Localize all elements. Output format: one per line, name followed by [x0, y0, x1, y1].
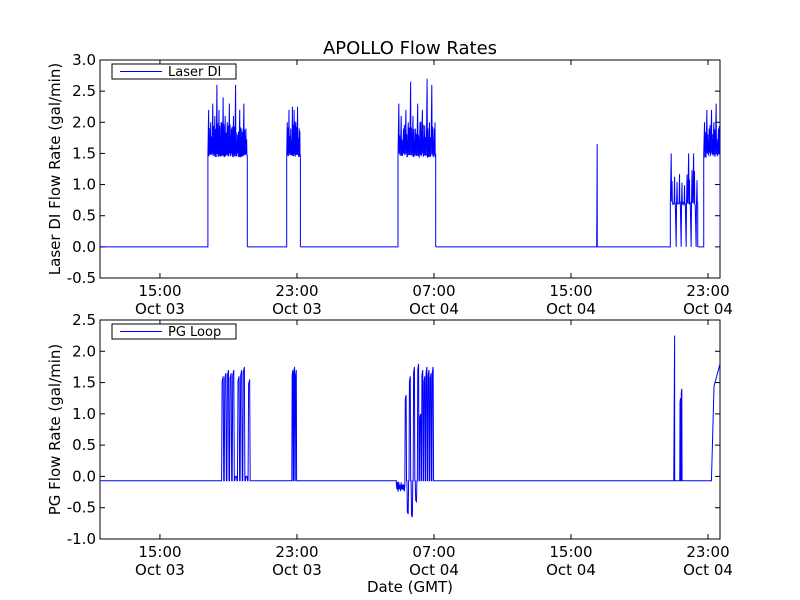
top-ytick-label: 2.5 — [72, 82, 96, 100]
top-ytick-label: -0.5 — [67, 269, 96, 287]
top-ytick-label: 2.0 — [72, 113, 96, 131]
bottom-legend-label: PG Loop — [168, 325, 221, 340]
top-ytick-label: 1.5 — [72, 144, 96, 162]
top-ytick-label: 1.0 — [72, 176, 96, 194]
bottom-ytick-label: -0.5 — [67, 499, 96, 517]
top-xtick-date-label: Oct 04 — [683, 300, 733, 318]
bottom-xtick-date-label: Oct 04 — [546, 561, 596, 579]
figure: APOLLO Flow Rates -0.5 0.0 0.5 1.0 1.5 2.0 2.5… — [0, 0, 800, 600]
bottom-ytick-label: 0.0 — [72, 467, 96, 485]
top-ytick-label: 0.0 — [72, 238, 96, 256]
bottom-xtick-date-label: Oct 03 — [135, 561, 185, 579]
bottom-panel: -1.0-0.50.00.51.01.52.02.515:00Oct 0323:… — [46, 311, 733, 579]
top-xtick-time-label: 15:00 — [138, 282, 181, 300]
bottom-xtick-time-label: 23:00 — [686, 543, 729, 561]
top-legend: Laser DI — [111, 63, 237, 80]
bottom-ytick-label: 0.5 — [72, 436, 96, 454]
top-y-axis-label: Laser DI Flow Rate (gal/min) — [46, 63, 64, 275]
top-ytick-label: 0.5 — [72, 207, 96, 225]
bottom-xtick-date-label: Oct 04 — [683, 561, 733, 579]
top-xtick-time-label: 15:00 — [549, 282, 592, 300]
bottom-legend: PG Loop — [111, 323, 237, 340]
bottom-xtick-date-label: Oct 04 — [409, 561, 459, 579]
bottom-xtick-time-label: 23:00 — [275, 543, 318, 561]
bottom-xtick-time-label: 07:00 — [412, 543, 455, 561]
bottom-y-axis-label: PG Flow Rate (gal/min) — [46, 344, 64, 516]
bottom-ytick-label: 2.5 — [72, 311, 96, 329]
bottom-xtick-time-label: 15:00 — [138, 543, 181, 561]
top-ytick-label: 3.0 — [72, 51, 96, 69]
top-xtick-date-label: Oct 03 — [272, 300, 322, 318]
bottom-ytick-label: -1.0 — [67, 530, 96, 548]
bottom-xtick-date-label: Oct 03 — [272, 561, 322, 579]
top-xtick-time-label: 23:00 — [686, 282, 729, 300]
top-panel: -0.50.00.51.01.52.02.53.015:00Oct 0323:0… — [46, 51, 733, 318]
bottom-xtick-time-label: 15:00 — [549, 543, 592, 561]
top-xtick-date-label: Oct 03 — [135, 300, 185, 318]
bottom-ytick-label: 1.0 — [72, 405, 96, 423]
chart-title: APOLLO Flow Rates — [323, 38, 497, 59]
x-axis-label: Date (GMT) — [367, 578, 453, 596]
top-xtick-date-label: Oct 04 — [409, 300, 459, 318]
top-xtick-date-label: Oct 04 — [546, 300, 596, 318]
top-xtick-time-label: 23:00 — [275, 282, 318, 300]
top-xtick-time-label: 07:00 — [412, 282, 455, 300]
bottom-ytick-label: 2.0 — [72, 342, 96, 360]
bottom-ytick-label: 1.5 — [72, 374, 96, 392]
top-legend-label: Laser DI — [168, 65, 221, 80]
